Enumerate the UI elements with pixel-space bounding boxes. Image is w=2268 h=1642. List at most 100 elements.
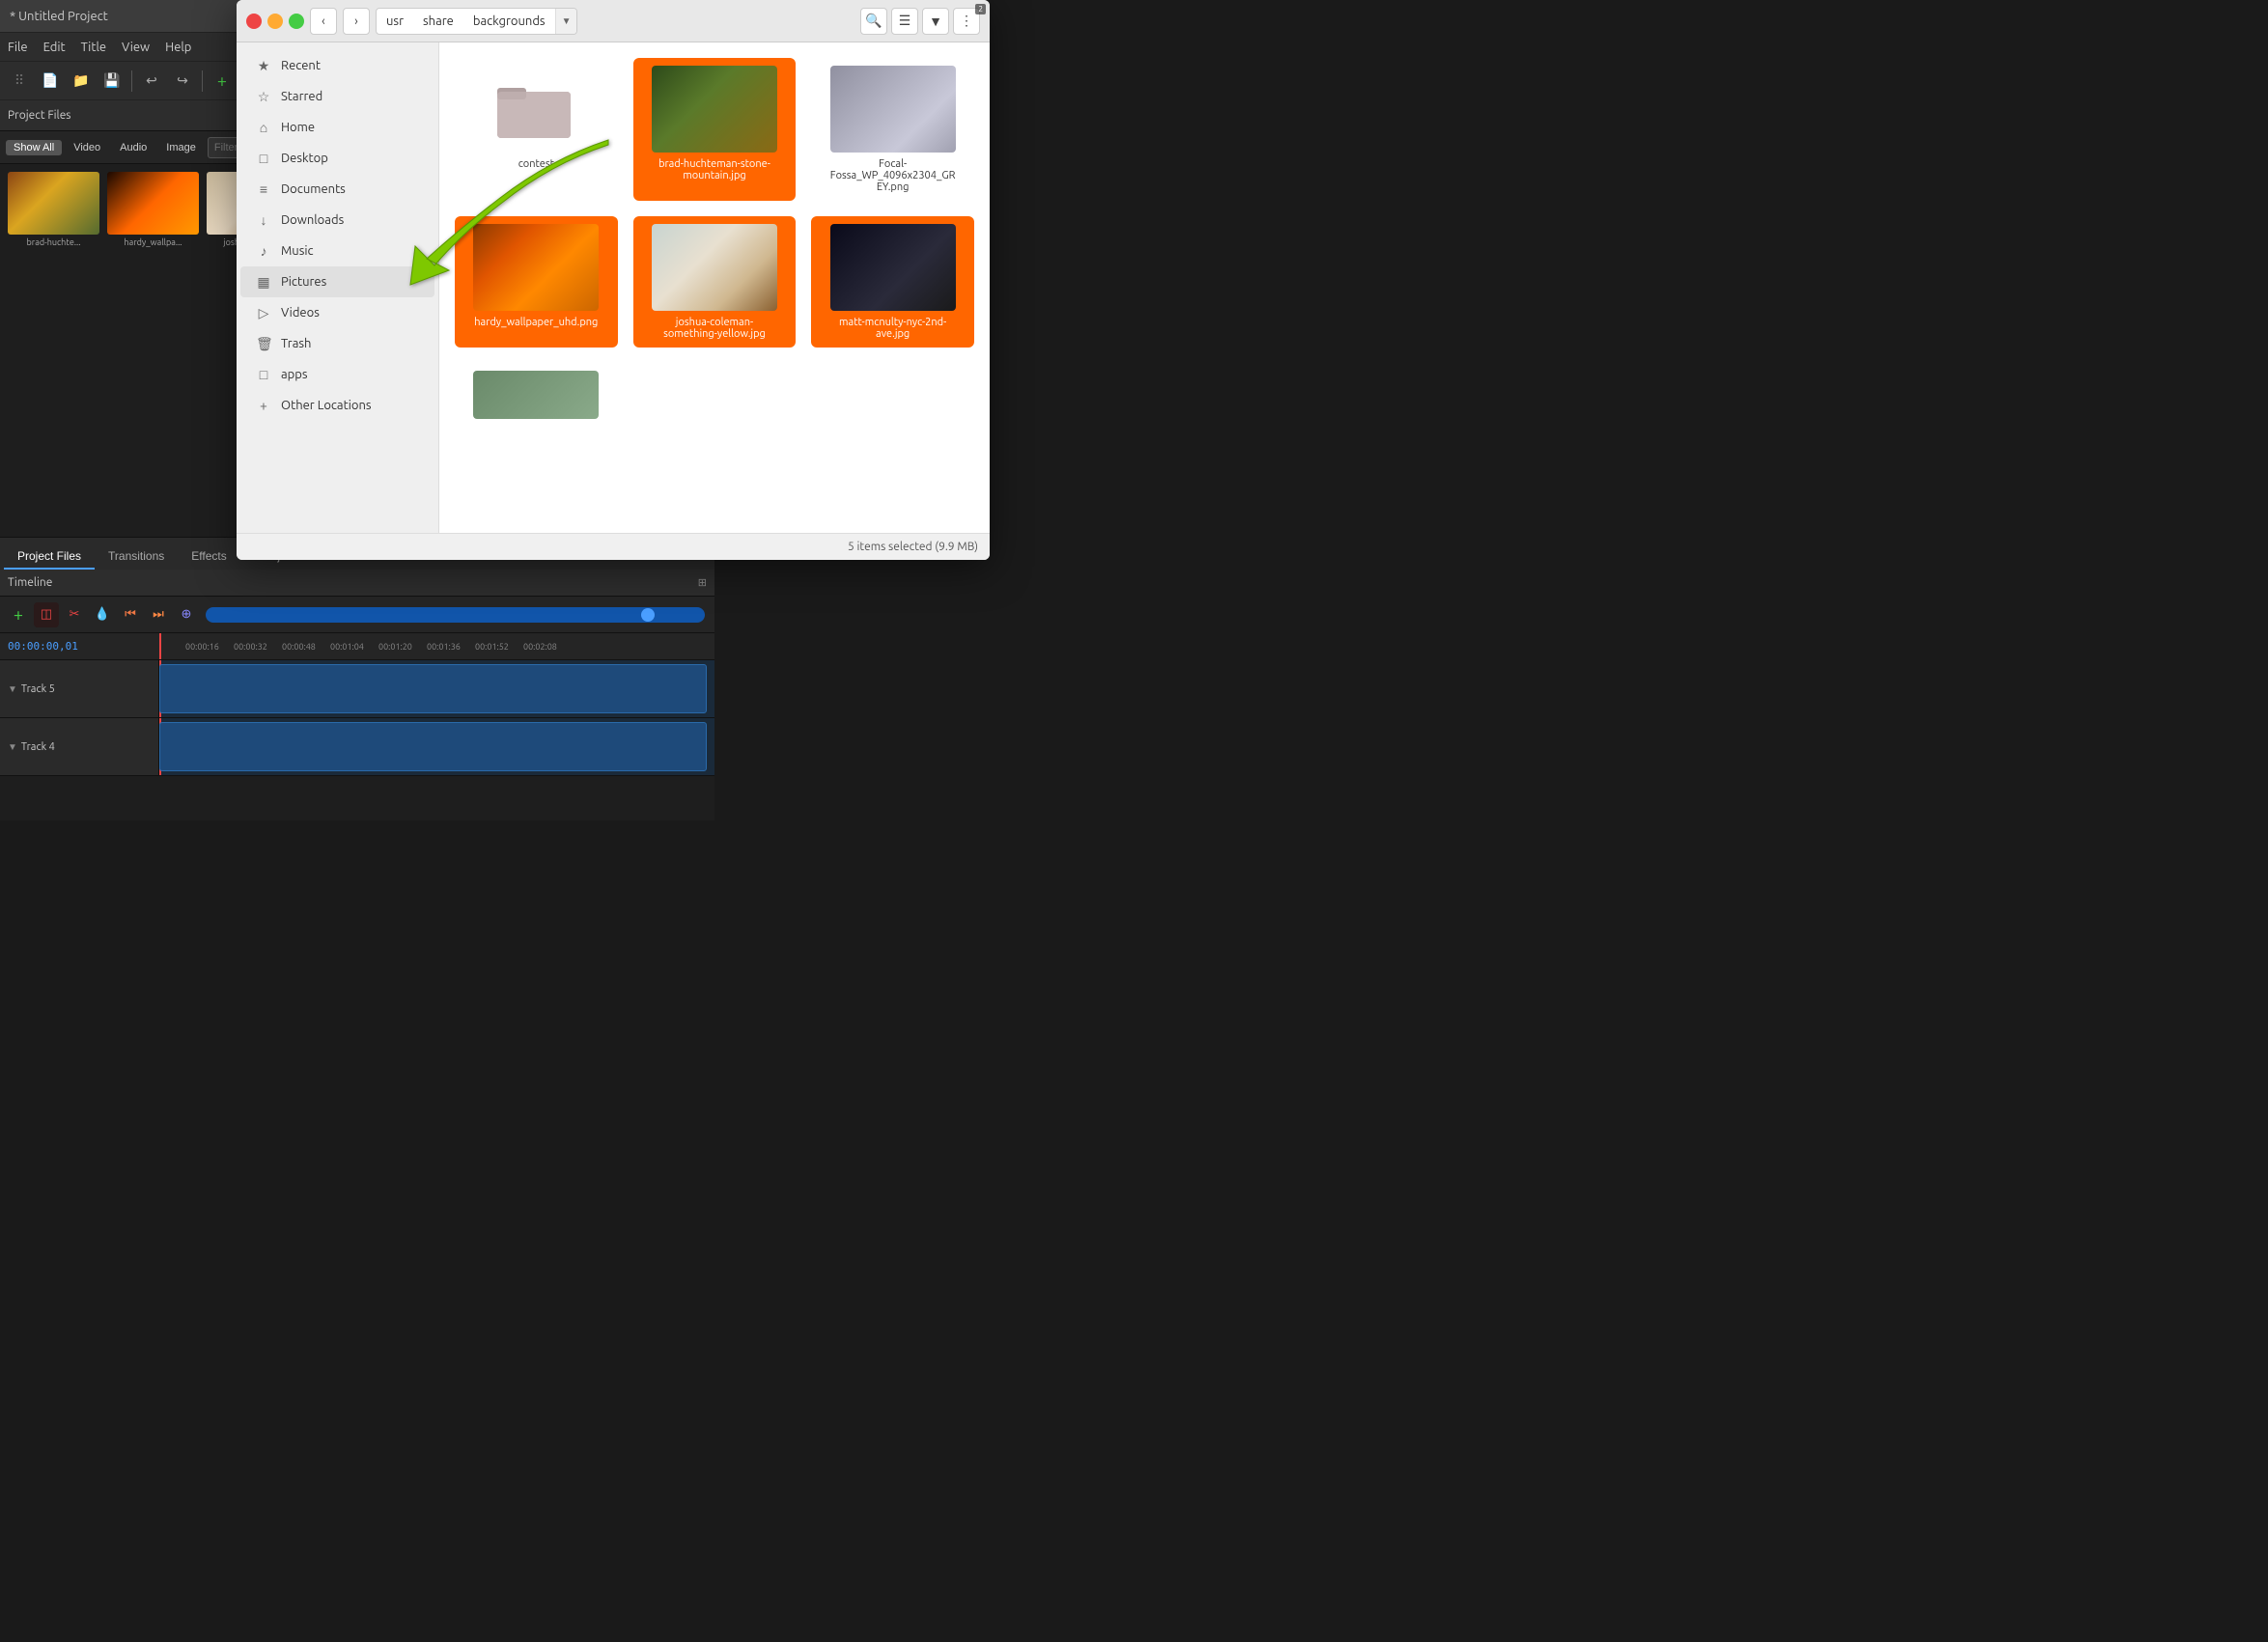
sidebar-label-downloads: Downloads: [281, 213, 344, 227]
back-button[interactable]: ‹: [310, 8, 337, 35]
file-manager-window: ✕ – + ‹ › usr share backgrounds ▼ 🔍 ☰ ▼ …: [237, 0, 990, 560]
sidebar-item-videos[interactable]: ▷ Videos: [240, 297, 434, 328]
tab-effects[interactable]: Effects: [178, 544, 239, 570]
thumbnail-hardy: [107, 172, 199, 235]
track5-chevron[interactable]: ▼: [8, 683, 17, 695]
search-button[interactable]: 🔍: [860, 8, 887, 35]
file-name-contest: contest: [518, 158, 554, 170]
thumbnail-contest: [473, 66, 599, 153]
breadcrumb-backgrounds[interactable]: backgrounds: [463, 9, 555, 34]
timeline-header: Timeline ⊞: [0, 570, 714, 597]
separator-2: [202, 70, 203, 92]
undo-button[interactable]: ↩: [138, 68, 165, 95]
list-item[interactable]: contest: [455, 58, 618, 201]
redo-button[interactable]: ↪: [169, 68, 196, 95]
timeline-progress[interactable]: [206, 607, 705, 623]
fm-grid: contest brad-huchteman-stone-mountain.jp…: [455, 58, 974, 427]
fm-toolbar-right: 🔍 ☰ ▼ ⋮: [860, 8, 980, 35]
breadcrumb-usr[interactable]: usr: [377, 9, 413, 34]
menu-title[interactable]: Title: [81, 41, 106, 54]
pictures-icon: ▦: [256, 274, 271, 291]
track4-chevron[interactable]: ▼: [8, 741, 17, 753]
list-item[interactable]: hardy_wallpa...: [107, 172, 199, 529]
sidebar-label-documents: Documents: [281, 182, 346, 196]
ruler-mark-3: 00:00:48: [282, 642, 316, 652]
filter-show-all[interactable]: Show All: [6, 140, 62, 155]
sidebar-item-home[interactable]: ⌂ Home: [240, 112, 434, 143]
other-locations-icon: +: [256, 398, 271, 413]
tab-project-files[interactable]: Project Files: [4, 544, 95, 570]
filter-image[interactable]: Image: [158, 140, 204, 155]
track4-label: ▼ Track 4: [0, 718, 159, 775]
ruler-mark-8: 00:02:08: [523, 642, 557, 652]
thumb-label-hardy: hardy_wallpa...: [124, 237, 182, 247]
maximize-button[interactable]: +: [289, 14, 304, 29]
track4-name: Track 4: [21, 741, 55, 753]
sidebar-item-starred[interactable]: ☆ Starred: [240, 81, 434, 112]
sidebar-item-documents[interactable]: ≡ Documents: [240, 174, 434, 205]
timecode: 00:00:00,01: [8, 640, 78, 653]
align-button[interactable]: ⊕: [174, 602, 199, 627]
sidebar-item-recent[interactable]: ★ Recent: [240, 50, 434, 81]
cut-button[interactable]: ✂: [62, 602, 87, 627]
list-item[interactable]: brad-huchteman-stone-mountain.jpg: [633, 58, 797, 201]
sidebar-label-other-locations: Other Locations: [281, 399, 372, 412]
forward-button[interactable]: ›: [343, 8, 370, 35]
table-row: ▼ Track 5: [0, 660, 714, 718]
track5-clip[interactable]: [159, 664, 707, 713]
list-item[interactable]: [455, 363, 618, 427]
color-button[interactable]: 💧: [90, 602, 115, 627]
add-track-button[interactable]: +: [6, 602, 31, 627]
timeline-ruler: 00:00:00,01 00:00:16 00:00:32 00:00:48 0…: [0, 633, 714, 660]
fm-body: ★ Recent ☆ Starred ⌂ Home □ Desktop ≡ Do…: [237, 42, 990, 533]
filter-audio[interactable]: Audio: [112, 140, 154, 155]
list-view-button[interactable]: ☰: [891, 8, 918, 35]
sidebar-item-desktop[interactable]: □ Desktop: [240, 143, 434, 174]
breadcrumb-share[interactable]: share: [413, 9, 463, 34]
open-button[interactable]: 📁: [68, 68, 95, 95]
ruler-mark-4: 00:01:04: [330, 642, 364, 652]
tab-transitions[interactable]: Transitions: [95, 544, 178, 570]
sidebar-label-recent: Recent: [281, 59, 321, 72]
jump-start-button[interactable]: ⏮: [118, 602, 143, 627]
filter-video[interactable]: Video: [66, 140, 108, 155]
sidebar-item-apps[interactable]: □ apps: [240, 359, 434, 390]
track4-clip[interactable]: [159, 722, 707, 771]
add-button[interactable]: +: [209, 68, 236, 95]
menu-edit[interactable]: Edit: [43, 41, 66, 54]
breadcrumb-dropdown-icon[interactable]: ▼: [555, 9, 577, 34]
menu-help[interactable]: Help: [165, 41, 191, 54]
menu-view[interactable]: View: [122, 41, 150, 54]
list-item[interactable]: joshua-coleman-something-yellow.jpg: [633, 216, 797, 348]
save-button[interactable]: 💾: [98, 68, 126, 95]
ruler-mark-2: 00:00:32: [234, 642, 267, 652]
apps-icon: □: [256, 367, 271, 382]
sidebar-label-pictures: Pictures: [281, 275, 326, 289]
sidebar-item-other-locations[interactable]: + Other Locations: [240, 390, 434, 421]
sidebar-item-pictures[interactable]: ▦ Pictures: [240, 266, 434, 297]
track5-content[interactable]: [159, 660, 714, 717]
list-item[interactable]: hardy_wallpaper_uhd.png: [455, 216, 618, 348]
sidebar-label-music: Music: [281, 244, 314, 258]
close-button[interactable]: ✕: [246, 14, 262, 29]
list-item[interactable]: brad-huchte...: [8, 172, 99, 529]
jump-forward-button[interactable]: ⏭: [146, 602, 171, 627]
sidebar-item-downloads[interactable]: ↓ Downloads: [240, 205, 434, 236]
menu-file[interactable]: File: [8, 41, 28, 54]
list-item[interactable]: Focal-Fossa_WP_4096x2304_GREY.png: [811, 58, 974, 201]
timeline-expand-icon[interactable]: ⊞: [698, 576, 707, 589]
sidebar-item-music[interactable]: ♪ Music: [240, 236, 434, 266]
sidebar-label-desktop: Desktop: [281, 152, 328, 165]
track4-content[interactable]: [159, 718, 714, 775]
ruler-mark-1: 00:00:16: [185, 642, 219, 652]
list-item[interactable]: 2 matt-mcnulty-nyc-2nd-ave.jpg: [811, 216, 974, 348]
track5-label: ▼ Track 5: [0, 660, 159, 717]
thumbnail-brad: [8, 172, 99, 235]
view-options-button[interactable]: ▼: [922, 8, 949, 35]
ruler-mark-6: 00:01:36: [427, 642, 461, 652]
fm-titlebar: ✕ – + ‹ › usr share backgrounds ▼ 🔍 ☰ ▼ …: [237, 0, 990, 42]
enable-button[interactable]: ◫: [34, 602, 59, 627]
sidebar-item-trash[interactable]: 🗑 Trash: [240, 328, 434, 359]
new-button[interactable]: 📄: [37, 68, 64, 95]
minimize-button[interactable]: –: [267, 14, 283, 29]
